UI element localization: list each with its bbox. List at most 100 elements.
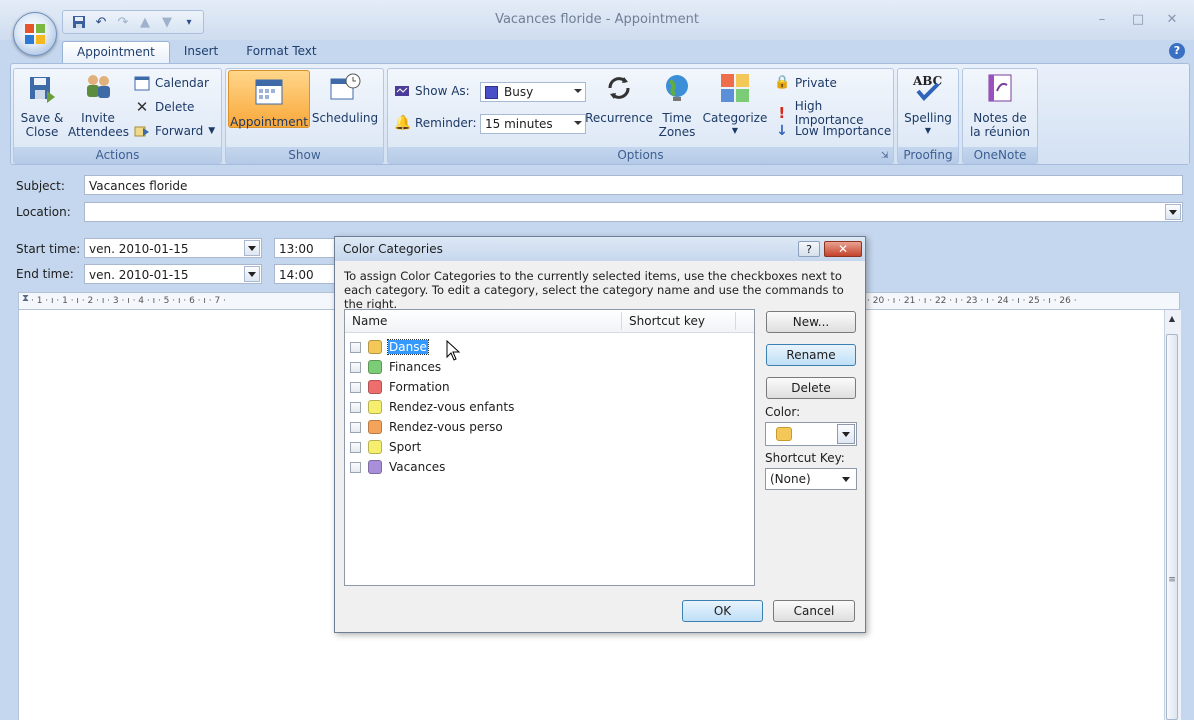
private-button[interactable]: 🔒 Private	[774, 75, 837, 91]
undo-icon[interactable]: ↶	[93, 14, 109, 30]
maximize-button[interactable]: □	[1128, 12, 1148, 28]
dialog-close-button[interactable]: ✕	[824, 241, 862, 257]
category-color-swatch	[368, 340, 382, 354]
proofing-group: ABC Spelling ▼ Proofing	[897, 68, 959, 164]
dialog-help-button[interactable]: ?	[798, 241, 820, 257]
low-importance-button[interactable]: ↓ Low Importance	[774, 123, 891, 139]
office-logo-icon	[25, 24, 45, 44]
category-name[interactable]: Vacances	[388, 460, 446, 474]
show-as-icon	[395, 86, 409, 96]
calendar-button[interactable]: Calendar	[134, 75, 209, 91]
spelling-button[interactable]: ABC Spelling ▼	[900, 71, 956, 138]
location-dropdown-button[interactable]	[1165, 204, 1181, 220]
calendar-label: Calendar	[155, 76, 209, 90]
shortcut-key-dropdown[interactable]: (None)	[765, 468, 857, 490]
category-checkbox[interactable]	[350, 462, 361, 473]
dialog-launcher-icon[interactable]: ⇲	[881, 151, 891, 161]
new-category-button[interactable]: New...	[766, 311, 856, 333]
category-row-formation[interactable]: Formation	[345, 378, 745, 398]
category-name[interactable]: Finances	[388, 360, 442, 374]
tab-appointment[interactable]: Appointment	[62, 41, 170, 64]
start-time-field[interactable]: 13:00	[274, 238, 338, 258]
scrollbar-thumb[interactable]	[1166, 334, 1178, 720]
location-field[interactable]	[84, 202, 1183, 222]
invite-attendees-button[interactable]: Invite Attendees	[68, 71, 130, 139]
category-checkbox[interactable]	[350, 442, 361, 453]
tab-insert[interactable]: Insert	[170, 41, 232, 63]
dialog-title: Color Categories	[343, 242, 443, 256]
save-icon[interactable]	[71, 14, 87, 30]
start-date-dropdown-button[interactable]	[244, 240, 260, 256]
appointment-icon	[255, 79, 283, 105]
office-button[interactable]	[13, 12, 57, 56]
column-divider	[621, 312, 622, 330]
globe-icon	[666, 75, 688, 101]
category-row-rendez-vous-perso[interactable]: Rendez-vous perso	[345, 418, 745, 438]
minimize-button[interactable]: –	[1092, 12, 1112, 28]
category-row-finances[interactable]: Finances	[345, 358, 745, 378]
category-name[interactable]: Sport	[388, 440, 422, 454]
category-name[interactable]: Formation	[388, 380, 451, 394]
category-color-swatch	[368, 420, 382, 434]
save-close-label: Save & Close	[20, 111, 64, 139]
meeting-notes-button[interactable]: Notes de la réunion	[965, 71, 1035, 139]
chevron-down-icon	[574, 121, 582, 125]
category-checkbox[interactable]	[350, 402, 361, 413]
ok-button[interactable]: OK	[682, 600, 763, 622]
start-date-field[interactable]: ven. 2010-01-15	[84, 238, 262, 258]
name-column-header[interactable]: Name	[352, 314, 387, 328]
forward-label: Forward	[155, 124, 204, 138]
scroll-up-icon[interactable]: ▲	[1166, 314, 1178, 328]
appointment-view-button[interactable]: Appointment	[228, 70, 310, 129]
end-time-field[interactable]: 14:00	[274, 264, 338, 284]
category-row-vacances[interactable]: Vacances	[345, 458, 745, 478]
close-button[interactable]: ✕	[1162, 12, 1182, 28]
color-dropdown[interactable]	[765, 422, 857, 446]
recurrence-button[interactable]: Recurrence	[584, 71, 654, 125]
delete-button[interactable]: ✕ Delete	[134, 99, 195, 115]
bell-icon: 🔔	[394, 115, 412, 131]
exclamation-icon: !	[778, 104, 786, 122]
reminder-dropdown[interactable]: 15 minutes	[480, 114, 586, 134]
rename-button[interactable]: Rename	[766, 344, 856, 366]
previous-icon[interactable]: ▲	[137, 14, 153, 30]
end-date-field[interactable]: ven. 2010-01-15	[84, 264, 262, 284]
category-name[interactable]: Rendez-vous enfants	[388, 400, 515, 414]
category-checkbox[interactable]	[350, 342, 361, 353]
onenote-group: Notes de la réunion OneNote	[962, 68, 1038, 164]
invite-attendees-label: Invite Attendees	[68, 111, 130, 139]
subject-field[interactable]: Vacances floride	[84, 175, 1183, 195]
redo-icon[interactable]: ↷	[115, 14, 131, 30]
shortcut-column-header[interactable]: Shortcut key	[629, 314, 705, 328]
category-checkbox[interactable]	[350, 362, 361, 373]
color-dropdown-button[interactable]	[837, 424, 855, 444]
time-zones-button[interactable]: Time Zones	[654, 71, 700, 139]
category-checkbox[interactable]	[350, 382, 361, 393]
categorize-button[interactable]: Categorize ▼	[700, 71, 770, 138]
window-edge	[1188, 163, 1194, 720]
show-as-dropdown[interactable]: Busy	[480, 82, 586, 102]
category-row-danse[interactable]: Danse	[345, 338, 745, 358]
customize-icon[interactable]: ▾	[181, 14, 197, 30]
category-name[interactable]: Danse	[387, 339, 429, 355]
selected-color-swatch	[776, 427, 792, 441]
help-icon[interactable]: ?	[1169, 43, 1185, 59]
categorize-icon	[721, 74, 749, 102]
tab-format-text[interactable]: Format Text	[232, 41, 330, 63]
category-color-swatch	[368, 440, 382, 454]
delete-category-button[interactable]: Delete	[766, 377, 856, 399]
scheduling-button[interactable]: Scheduling	[310, 71, 380, 125]
scheduling-label: Scheduling	[311, 111, 379, 125]
category-color-swatch	[368, 360, 382, 374]
save-close-button[interactable]: Save & Close	[18, 71, 66, 139]
end-date-dropdown-button[interactable]	[244, 266, 260, 282]
category-list[interactable]: Name Shortcut key Danse Finances Formati…	[344, 309, 755, 586]
indent-marker-icon[interactable]: ⧗	[22, 293, 32, 311]
next-icon[interactable]: ▼	[159, 14, 175, 30]
forward-button[interactable]: Forward ▼	[134, 123, 215, 139]
category-row-rendez-vous-enfants[interactable]: Rendez-vous enfants	[345, 398, 745, 418]
cancel-button[interactable]: Cancel	[773, 600, 855, 622]
category-row-sport[interactable]: Sport	[345, 438, 745, 458]
category-checkbox[interactable]	[350, 422, 361, 433]
category-name[interactable]: Rendez-vous perso	[388, 420, 504, 434]
